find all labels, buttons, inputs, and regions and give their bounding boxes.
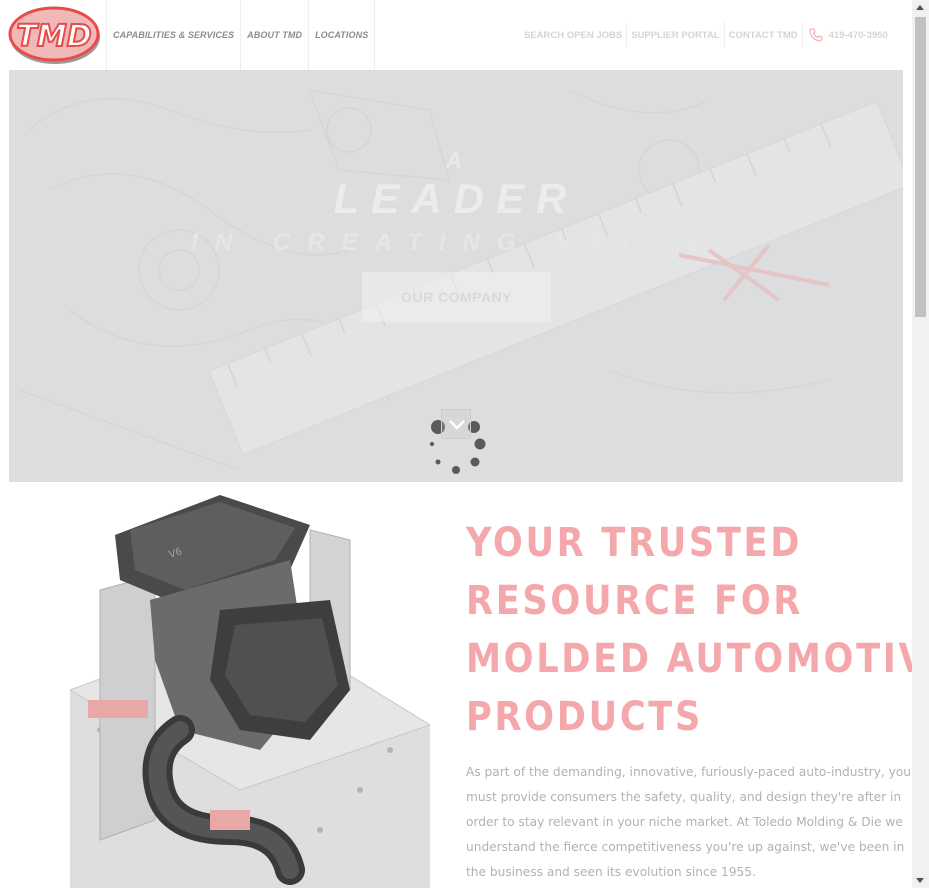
nav-about[interactable]: ABOUT TMD — [240, 0, 308, 70]
phone-icon — [809, 28, 823, 42]
scroll-down-button[interactable] — [441, 409, 471, 439]
scrollbar-thumb[interactable] — [915, 17, 926, 317]
intro-paragraph: As part of the demanding, innovative, fu… — [466, 765, 912, 879]
utility-nav: SEARCH OPEN JOBS SUPPLIER PORTAL CONTACT… — [520, 22, 892, 48]
phone-number: 419-470-3950 — [828, 29, 888, 41]
hero-subtitle: IN CREATING VALUE — [191, 229, 721, 256]
svg-text:TMD: TMD — [16, 19, 91, 54]
primary-nav: CAPABILITIES & SERVICES ABOUT TMD LOCATI… — [106, 0, 376, 70]
headline-line: PRODUCTS — [466, 694, 703, 740]
nav-locations[interactable]: LOCATIONS — [308, 0, 376, 70]
chevron-down-icon — [449, 420, 465, 430]
phone-link[interactable]: 419-470-3950 — [801, 22, 892, 48]
our-company-button[interactable]: OUR COMPANY — [362, 272, 551, 322]
headline-line: MOLDED AUTOMOTIVE — [466, 636, 929, 682]
hero-line-a: A — [446, 148, 466, 173]
hero-banner: A LEADER IN CREATING VALUE OUR COMPANY — [9, 70, 903, 482]
molded-engine-image: V6 — [68, 495, 430, 888]
nav-capabilities[interactable]: CAPABILITIES & SERVICES — [106, 0, 240, 70]
site-header: TMD CAPABILITIES & SERVICES ABOUT TMD LO… — [0, 0, 912, 70]
contact-link[interactable]: CONTACT TMD — [723, 22, 802, 48]
headline-line: YOUR TRUSTED — [466, 520, 803, 566]
scroll-down-arrow-icon[interactable] — [916, 878, 924, 883]
search-jobs-link[interactable]: SEARCH OPEN JOBS — [520, 22, 626, 48]
tmd-logo[interactable]: TMD — [8, 4, 102, 66]
hero-title: LEADER — [333, 175, 579, 222]
scroll-up-arrow-icon[interactable] — [916, 5, 924, 10]
supplier-portal-link[interactable]: SUPPLIER PORTAL — [626, 22, 724, 48]
intro-headline: YOUR TRUSTED RESOURCE FOR MOLDED AUTOMOT… — [466, 514, 929, 746]
headline-line: RESOURCE FOR — [466, 578, 803, 624]
page-scrollbar[interactable] — [912, 0, 929, 888]
